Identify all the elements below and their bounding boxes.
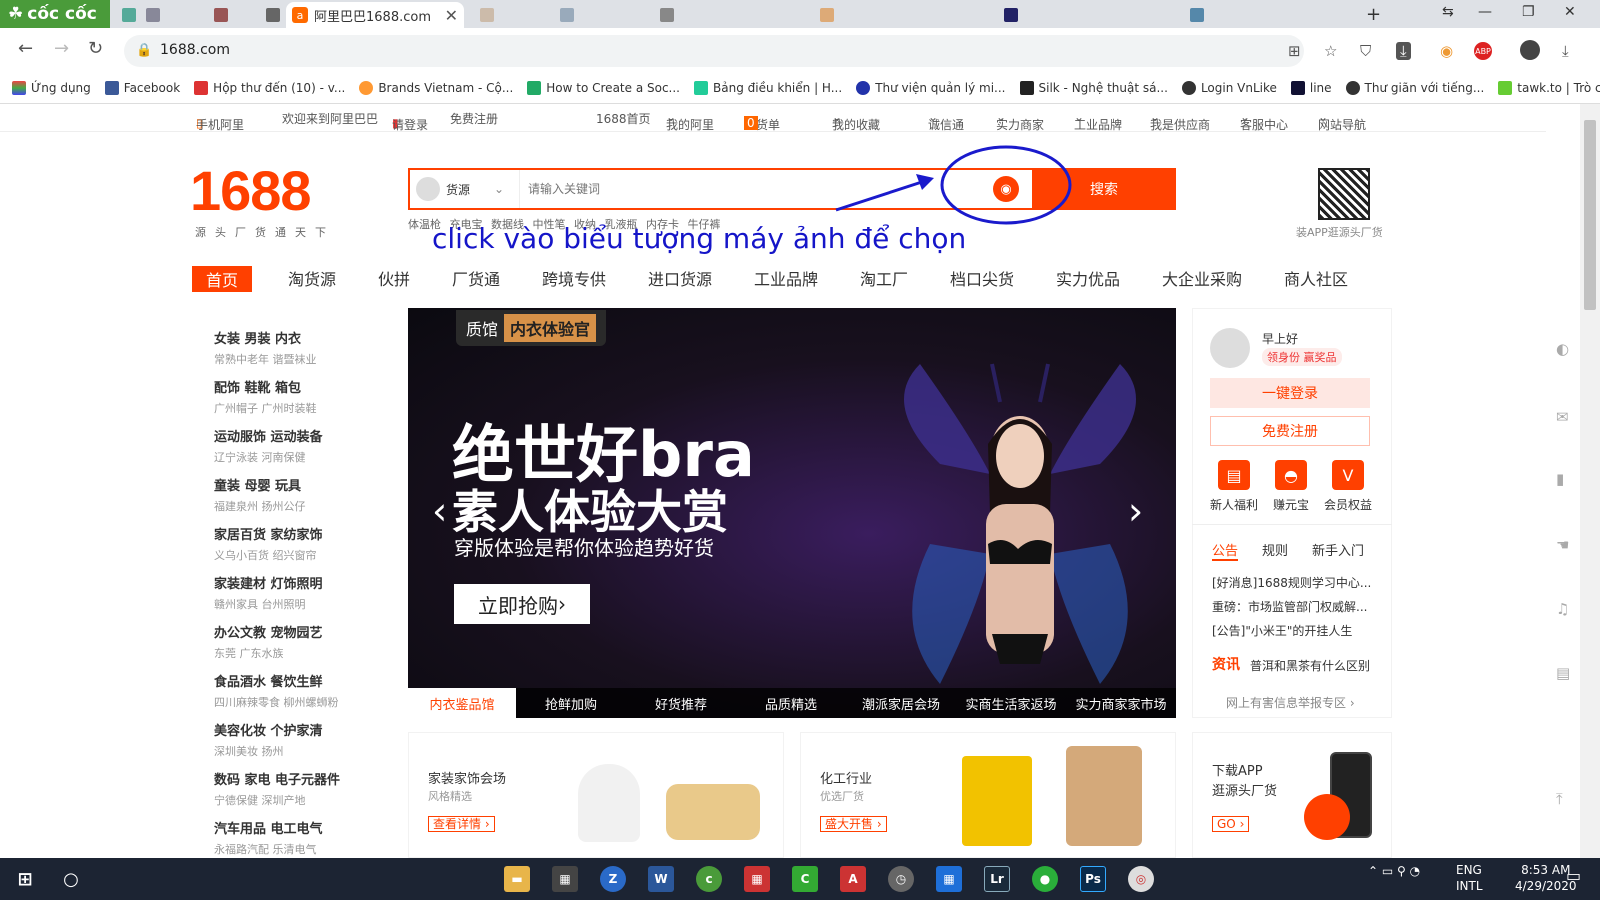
- lightroom-icon[interactable]: Lr: [984, 866, 1010, 892]
- category-item[interactable]: 美容化妆 个护家清 深圳美妆 扬州: [214, 720, 323, 759]
- windows-start-icon[interactable]: ⊞: [12, 866, 38, 892]
- category-sub: 四川麻辣零食 柳州螺蛳粉: [214, 696, 339, 709]
- word-icon[interactable]: W: [648, 866, 674, 892]
- language-indicator[interactable]: ENG INTL: [1456, 862, 1483, 894]
- category-sub: 福建泉州 扬州公仔: [214, 500, 306, 513]
- category-item[interactable]: 家装建材 灯饰照明 赣州家具 台州照明: [214, 573, 323, 612]
- category-main: 运动服饰 运动装备: [214, 430, 323, 445]
- chrome-icon[interactable]: ◎: [1128, 866, 1154, 892]
- help-icon[interactable]: ◐: [1556, 340, 1569, 358]
- bookmark-icon[interactable]: ▮: [1556, 470, 1564, 488]
- category-sub: 宁德保健 深圳产地: [214, 794, 306, 807]
- calculator-icon[interactable]: ▦: [552, 866, 578, 892]
- category-sub: 辽宁泳装 河南保健: [214, 451, 306, 464]
- notification-icon[interactable]: ▭: [1566, 866, 1581, 885]
- category-main: 食品酒水 餐饮生鲜: [214, 675, 323, 690]
- category-item[interactable]: 女装 男装 内衣常熟中老年 谐暨袜业: [214, 328, 317, 367]
- category-main: 家居百货 家纺家饰: [214, 528, 323, 543]
- category-item[interactable]: 配饰 鞋靴 箱包广州帽子 广州时装鞋: [214, 377, 317, 416]
- mail-icon[interactable]: ✉: [1556, 408, 1569, 426]
- wechat-icon[interactable]: ●: [1032, 866, 1058, 892]
- category-sub: 深圳美妆 扬州: [214, 745, 284, 758]
- category-main: 美容化妆 个护家清: [214, 724, 323, 739]
- category-sub: 义乌小百货 绍兴窗帘: [214, 549, 317, 562]
- category-main: 家装建材 灯饰照明: [214, 577, 323, 592]
- search-icon[interactable]: ○: [58, 866, 84, 892]
- system-tray[interactable]: ⌃ ▭ ⚲ ◔: [1368, 864, 1420, 878]
- category-item[interactable]: 办公文教 宠物园艺 东莞 广东水族: [214, 622, 323, 661]
- back-to-top-icon[interactable]: ⤒: [1556, 790, 1563, 808]
- clock-app-icon[interactable]: ◷: [888, 866, 914, 892]
- category-sub: 永福路汽配 乐清电气: [214, 843, 317, 856]
- acrobat-icon[interactable]: A: [840, 866, 866, 892]
- category-sub: 赣州家具 台州照明: [214, 598, 306, 611]
- app-icon[interactable]: ▦: [744, 866, 770, 892]
- annotation-arrow: [835, 178, 929, 212]
- category-item[interactable]: 汽车用品 电工电气 永福路汽配 乐清电气: [214, 818, 323, 857]
- lang-code: ENG: [1456, 863, 1482, 877]
- category-item[interactable]: 运动服饰 运动装备 辽宁泳装 河南保健: [214, 426, 323, 465]
- category-main: 女装 男装 内衣: [214, 332, 302, 347]
- category-list: 女装 男装 内衣常熟中老年 谐暨袜业 配饰 鞋靴 箱包广州帽子 广州时装鞋 运动…: [192, 308, 392, 858]
- category-item[interactable]: 食品酒水 餐饮生鲜四川麻辣零食 柳州螺蛳粉: [214, 671, 339, 710]
- category-main: 办公文教 宠物园艺: [214, 626, 323, 641]
- category-main: 童装 母婴 玩具: [214, 479, 302, 494]
- app-icon[interactable]: C: [792, 866, 818, 892]
- scrollbar-thumb[interactable]: [1584, 120, 1596, 310]
- document-icon[interactable]: ▤: [1556, 664, 1570, 682]
- coccoc-icon[interactable]: c: [696, 866, 722, 892]
- category-sub: 常熟中老年 谐暨袜业: [214, 353, 317, 366]
- annotation-ellipse: [940, 145, 1072, 225]
- category-main: 配饰 鞋靴 箱包: [214, 381, 302, 396]
- layout-code: INTL: [1456, 879, 1483, 893]
- bell-icon[interactable]: ♫: [1556, 600, 1569, 618]
- file-explorer-icon[interactable]: ▬: [504, 866, 530, 892]
- zalo-icon[interactable]: Z: [600, 866, 626, 892]
- category-main: 数码 家电 电子元器件: [214, 773, 341, 788]
- category-item[interactable]: 数码 家电 电子元器件 宁德保健 深圳产地: [214, 769, 340, 808]
- category-sub: 广州帽子 广州时装鞋: [214, 402, 317, 415]
- category-main: 汽车用品 电工电气: [214, 822, 323, 837]
- calendar-icon[interactable]: ▦: [936, 866, 962, 892]
- hand-icon[interactable]: ☚: [1556, 536, 1569, 554]
- category-item[interactable]: 家居百货 家纺家饰 义乌小百货 绍兴窗帘: [214, 524, 323, 563]
- category-item[interactable]: 童装 母婴 玩具 福建泉州 扬州公仔: [214, 475, 306, 514]
- photoshop-icon[interactable]: Ps: [1080, 866, 1106, 892]
- category-sub: 东莞 广东水族: [214, 647, 284, 660]
